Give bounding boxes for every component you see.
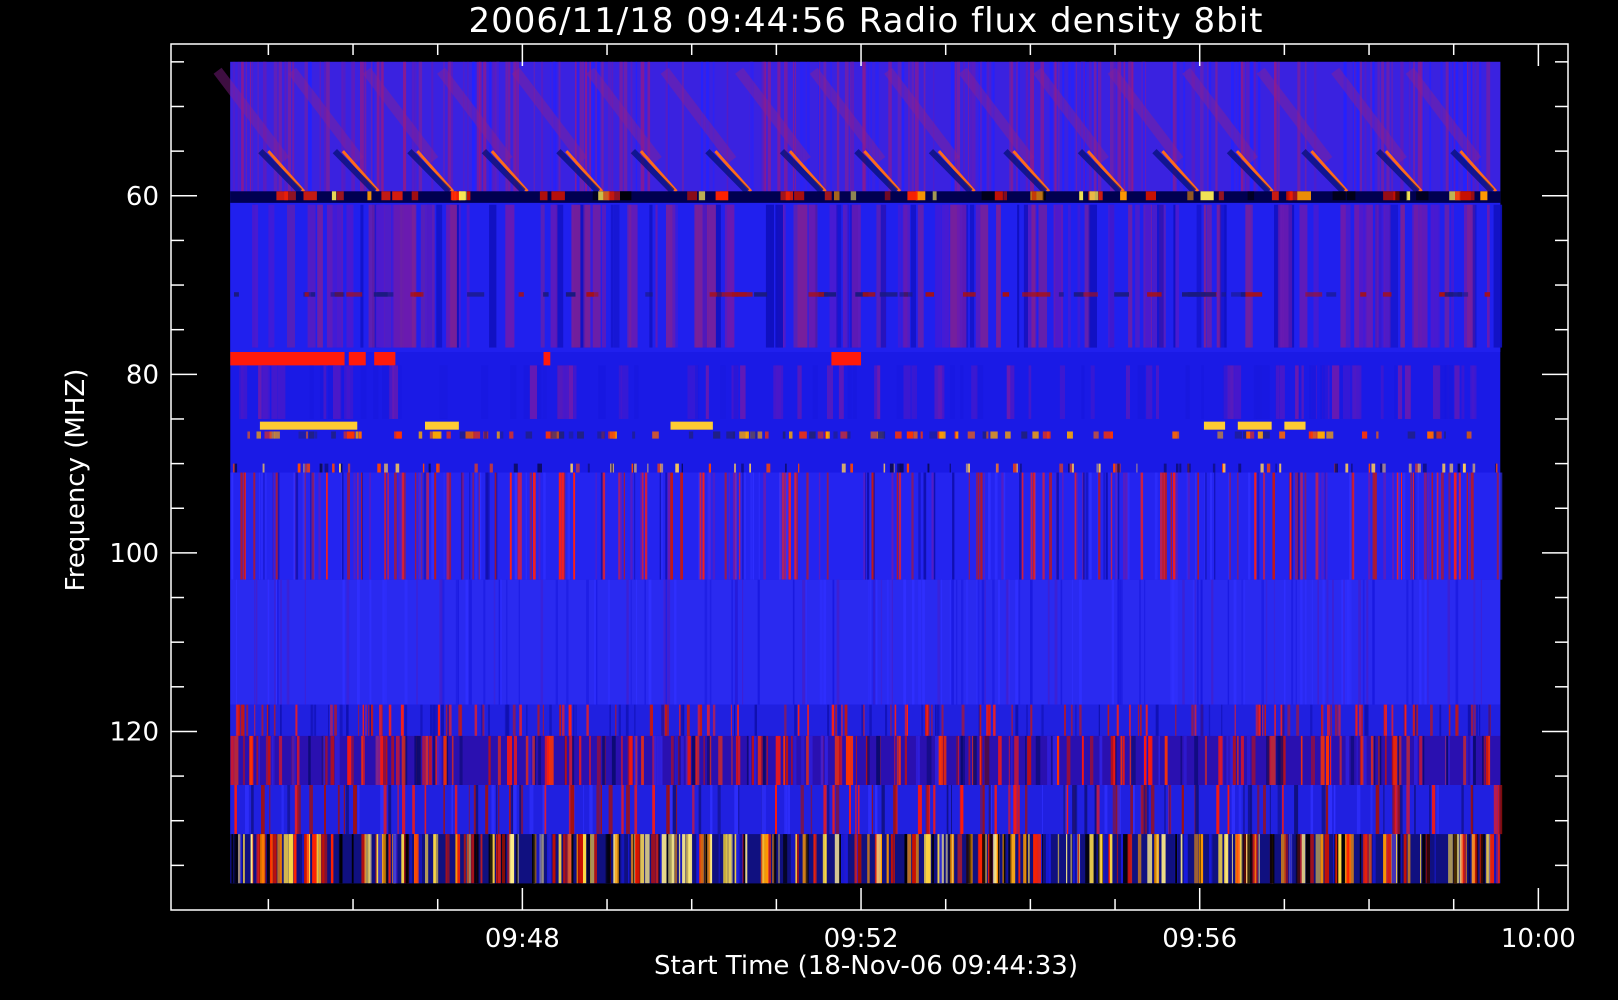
y-tick-label: 120 [109, 717, 159, 747]
x-tick-label: 09:48 [485, 924, 560, 954]
spectrogram-chart: 2006/11/18 09:44:56 Radio flux density 8… [61, 1, 1576, 981]
y-tick-label: 60 [126, 182, 159, 212]
band-mid [230, 202, 1501, 353]
band-mid-texture [252, 204, 1503, 348]
y-axis-label: Frequency (MHZ) [61, 369, 91, 592]
y-tick-label: 100 [109, 539, 159, 569]
x-tick-label: 10:00 [1501, 924, 1576, 954]
heatmap-bands [213, 61, 1503, 884]
x-tick-label: 09:56 [1162, 924, 1237, 954]
band-126-132 [230, 785, 1501, 835]
x-tick-label: 09:52 [824, 924, 899, 954]
y-tick-label: 80 [126, 360, 159, 390]
x-axis-label: Start Time (18-Nov-06 09:44:33) [654, 951, 1078, 981]
chart-title: 2006/11/18 09:44:56 Radio flux density 8… [469, 1, 1264, 41]
plot-area [170, 43, 1569, 911]
band-103-117 [230, 579, 1501, 705]
